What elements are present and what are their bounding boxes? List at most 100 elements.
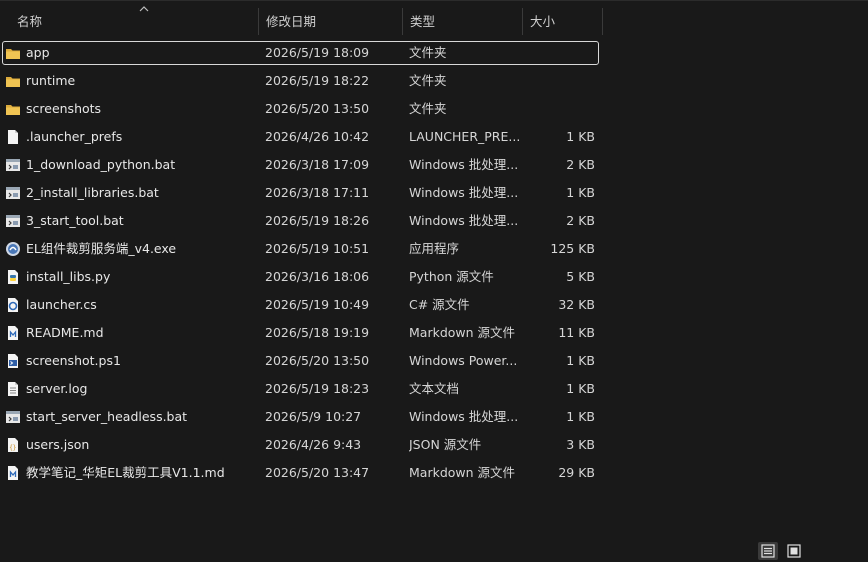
file-type: Python 源文件 xyxy=(409,269,494,284)
column-header-size-label: 大小 xyxy=(530,14,556,29)
file-row[interactable]: 2_install_libraries.bat 2026/3/18 17:11 Wi… xyxy=(0,181,868,209)
file-size xyxy=(525,97,595,121)
file-row[interactable]: {} users.json 2026/4/26 9:43 JSON 源文件 3 KB xyxy=(0,433,868,461)
file-size xyxy=(525,69,595,93)
file-type: Windows Power... xyxy=(409,353,518,368)
file-name: launcher.cs xyxy=(26,297,97,312)
file-date: 2026/5/20 13:50 xyxy=(265,353,370,368)
file-type: Markdown 源文件 xyxy=(409,325,516,340)
file-size: 2 KB xyxy=(566,157,595,172)
file-explorer-content: 名称 修改日期 类型 大小 app 2026/5/19 18:09 文件夹 runti… xyxy=(0,0,868,562)
file-type: 文件夹 xyxy=(409,101,447,116)
file-size: 1 KB xyxy=(566,409,595,424)
file-name: server.log xyxy=(26,381,88,396)
file-name: app xyxy=(26,45,50,60)
file-date: 2026/5/20 13:47 xyxy=(265,465,370,480)
file-list: app 2026/5/19 18:09 文件夹 runtime 2026/5/19 18… xyxy=(0,41,868,489)
file-date: 2026/5/19 18:22 xyxy=(265,73,370,88)
file-date: 2026/5/19 18:26 xyxy=(265,213,370,228)
file-date: 2026/5/19 10:49 xyxy=(265,297,370,312)
file-type: C# 源文件 xyxy=(409,297,470,312)
file-size: 1 KB xyxy=(566,381,595,396)
file-name: EL组件裁剪服务端_v4.exe xyxy=(26,241,177,256)
file-row[interactable]: 教学笔记_华矩EL裁剪工具V1.1.md 2026/5/20 13:47 Markd… xyxy=(0,461,868,489)
file-name: 3_start_tool.bat xyxy=(26,213,124,228)
file-icon xyxy=(8,130,18,144)
file-row[interactable]: 1_download_python.bat 2026/3/18 17:09 Wind… xyxy=(0,153,868,181)
file-date: 2026/4/26 9:43 xyxy=(265,437,362,452)
file-row[interactable]: runtime 2026/5/19 18:22 文件夹 xyxy=(0,69,868,97)
file-name: README.md xyxy=(26,325,104,340)
file-date: 2026/3/18 17:11 xyxy=(265,185,370,200)
file-date: 2026/4/26 10:42 xyxy=(265,129,370,144)
file-type: Windows 批处理... xyxy=(409,409,519,424)
file-type: LAUNCHER_PRE... xyxy=(409,129,519,144)
text-file-icon xyxy=(8,382,18,396)
top-divider xyxy=(0,0,868,1)
batch-file-icon xyxy=(6,215,20,227)
batch-file-icon xyxy=(6,411,20,423)
file-row[interactable]: app 2026/5/19 18:09 文件夹 xyxy=(0,41,868,69)
exe-icon xyxy=(6,242,20,256)
column-header-row: 名称 修改日期 类型 大小 xyxy=(0,6,868,35)
file-row[interactable]: screenshot.ps1 2026/5/20 13:50 Windows Pow… xyxy=(0,349,868,377)
file-type: 文件夹 xyxy=(409,73,447,88)
file-row[interactable]: install_libs.py 2026/3/16 18:06 Python 源文件… xyxy=(0,265,868,293)
json-file-icon: {} xyxy=(8,438,18,452)
file-type: JSON 源文件 xyxy=(409,437,482,452)
file-size: 29 KB xyxy=(558,465,595,480)
file-date: 2026/5/19 18:09 xyxy=(265,45,370,60)
file-name: start_server_headless.bat xyxy=(26,409,188,424)
file-row[interactable]: start_server_headless.bat 2026/5/9 10:27 W… xyxy=(0,405,868,433)
file-size: 125 KB xyxy=(550,241,595,256)
file-row[interactable]: README.md 2026/5/18 19:19 Markdown 源文件 11 K… xyxy=(0,321,868,349)
file-row[interactable]: EL组件裁剪服务端_v4.exe 2026/5/19 10:51 应用程序 125 K… xyxy=(0,237,868,265)
file-size: 2 KB xyxy=(566,213,595,228)
file-date: 2026/5/20 13:50 xyxy=(265,101,370,116)
file-row[interactable]: launcher.cs 2026/5/19 10:49 C# 源文件 32 KB xyxy=(0,293,868,321)
file-date: 2026/5/9 10:27 xyxy=(265,409,362,424)
file-name: .launcher_prefs xyxy=(26,129,123,144)
file-row[interactable]: server.log 2026/5/19 18:23 文本文档 1 KB xyxy=(0,377,868,405)
file-size: 3 KB xyxy=(566,437,595,452)
file-name: screenshots xyxy=(26,101,102,116)
column-header-date[interactable]: 修改日期 xyxy=(259,8,403,35)
file-size: 1 KB xyxy=(566,185,595,200)
file-type: 应用程序 xyxy=(409,241,460,256)
file-name: users.json xyxy=(26,437,90,452)
details-view-button[interactable] xyxy=(758,542,778,560)
details-view-icon xyxy=(761,544,775,558)
file-type: 文件夹 xyxy=(409,45,447,60)
column-header-type-label: 类型 xyxy=(410,14,436,29)
batch-file-icon xyxy=(6,159,20,171)
file-date: 2026/5/19 18:23 xyxy=(265,381,370,396)
file-type: Windows 批处理... xyxy=(409,213,519,228)
python-file-icon xyxy=(8,270,18,284)
column-header-name[interactable]: 名称 xyxy=(10,6,259,35)
file-type: Windows 批处理... xyxy=(409,185,519,200)
file-name: screenshot.ps1 xyxy=(26,353,121,368)
column-header-date-label: 修改日期 xyxy=(266,14,317,29)
file-size: 1 KB xyxy=(566,353,595,368)
file-type: Windows 批处理... xyxy=(409,157,519,172)
file-name: install_libs.py xyxy=(26,269,111,284)
column-header-type[interactable]: 类型 xyxy=(403,8,523,35)
column-header-name-label: 名称 xyxy=(17,14,43,29)
file-row[interactable]: .launcher_prefs 2026/4/26 10:42 LAUNCHER_P… xyxy=(0,125,868,153)
powershell-file-icon xyxy=(8,354,18,368)
folder-icon xyxy=(6,49,20,59)
file-date: 2026/3/18 17:09 xyxy=(265,157,370,172)
file-row[interactable]: 3_start_tool.bat 2026/5/19 18:26 Windows 批… xyxy=(0,209,868,237)
svg-text:{}: {} xyxy=(9,445,16,452)
markdown-file-icon xyxy=(8,326,18,340)
large-icons-view-button[interactable] xyxy=(784,542,804,560)
file-size: 32 KB xyxy=(558,297,595,312)
sort-ascending-icon xyxy=(139,6,149,12)
file-date: 2026/5/19 10:51 xyxy=(265,241,370,256)
file-name: 2_install_libraries.bat xyxy=(26,185,159,200)
file-name: 教学笔记_华矩EL裁剪工具V1.1.md xyxy=(26,465,225,480)
csharp-file-icon xyxy=(8,298,18,312)
file-size: 11 KB xyxy=(558,325,595,340)
column-header-size[interactable]: 大小 xyxy=(523,8,603,35)
file-row[interactable]: screenshots 2026/5/20 13:50 文件夹 xyxy=(0,97,868,125)
